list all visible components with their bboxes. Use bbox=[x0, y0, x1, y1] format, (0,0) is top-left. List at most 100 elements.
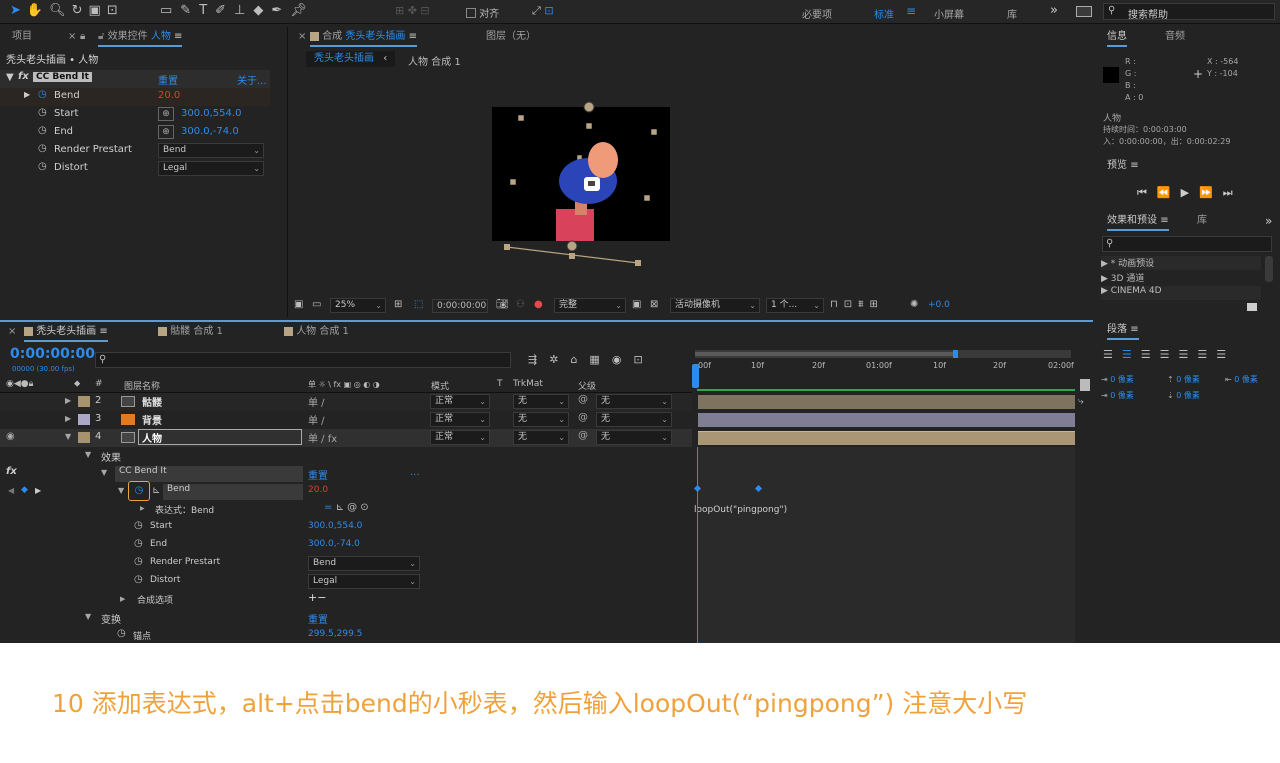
timeline-timecode[interactable]: 0:00:00:00 bbox=[10, 346, 95, 362]
prop-value-end[interactable]: 300.0,-74.0 bbox=[181, 126, 239, 137]
stopwatch-icon[interactable]: ◷ bbox=[134, 556, 143, 567]
render-prestart-dropdown[interactable]: Bend ⌄ bbox=[158, 143, 264, 158]
justify-right-icon[interactable]: ☰ bbox=[1197, 348, 1216, 361]
roto-brush-tool-icon[interactable]: ✒ bbox=[271, 3, 290, 18]
collapse-arrow-icon[interactable]: ▼ bbox=[101, 468, 107, 477]
frame-blending-icon[interactable]: ▦ bbox=[589, 353, 611, 366]
paragraph-title[interactable]: 段落 ≡ bbox=[1107, 320, 1139, 340]
expand-arrow-icon[interactable]: ▶ bbox=[120, 595, 125, 603]
puppet-tool-icon[interactable]: 📌︎ bbox=[290, 3, 315, 18]
align-right-icon[interactable]: ☰ bbox=[1141, 348, 1160, 361]
tree-effect-reset[interactable]: 重置 bbox=[308, 467, 328, 482]
tree-effect-more[interactable]: ... bbox=[410, 467, 420, 478]
tree-effect-name[interactable]: CC Bend It bbox=[115, 466, 303, 482]
snapshot-icon[interactable]: 📷︎ bbox=[496, 299, 509, 310]
effect-name[interactable]: CC Bend It bbox=[33, 72, 92, 82]
stopwatch-icon[interactable]: ◷ bbox=[38, 161, 47, 172]
workspace-essentials[interactable]: 必要项 bbox=[802, 6, 832, 21]
tree-distort-dropdown[interactable]: Legal ⌄ bbox=[308, 574, 420, 589]
comp-timecode[interactable]: 0:00:00:00 bbox=[432, 299, 488, 313]
rectangle-tool-icon[interactable]: ▭ bbox=[160, 3, 180, 18]
layer-trkmat-dropdown[interactable]: 无 ⌄ bbox=[513, 412, 569, 427]
expand-arrow-icon[interactable]: ▶ bbox=[65, 396, 71, 405]
layer-bar-selected[interactable] bbox=[698, 431, 1075, 445]
fx-icon[interactable]: fx bbox=[6, 466, 17, 477]
stopwatch-icon[interactable]: ◷ bbox=[128, 481, 150, 501]
work-area-end[interactable] bbox=[953, 350, 958, 358]
scrollbar[interactable] bbox=[1265, 256, 1273, 282]
align-left-icon[interactable]: ☰ bbox=[1103, 348, 1122, 361]
layer-row[interactable]: ▶ 3 背景 单 ∕ 正常 ⌄ 无 ⌄ @ 无 ⌄ bbox=[0, 411, 692, 429]
expand-arrow-icon[interactable]: ▶ bbox=[140, 505, 145, 512]
rotate-tool-icon[interactable]: ↻ bbox=[72, 3, 89, 18]
stopwatch-icon[interactable]: ◷ bbox=[134, 520, 143, 531]
new-folder-icon[interactable] bbox=[1247, 303, 1257, 311]
eraser-tool-icon[interactable]: ◆ bbox=[253, 3, 271, 18]
timeline-tab-skull[interactable]: 骷髅 合成 1 bbox=[158, 322, 223, 342]
pick-whip-icon[interactable]: @ bbox=[578, 412, 588, 423]
tab-layer[interactable]: 图层（无） bbox=[486, 27, 536, 47]
add-remove-mask-icon[interactable]: +− bbox=[308, 591, 326, 604]
effects-presets-title[interactable]: 效果和预设 ≡ bbox=[1107, 211, 1169, 231]
panel-menu-icon[interactable]: ≡ bbox=[1130, 160, 1138, 171]
collapse-arrow-icon[interactable]: ▼ bbox=[118, 486, 124, 495]
tab-info[interactable]: 信息 bbox=[1107, 27, 1127, 47]
fx-icon[interactable]: fx bbox=[18, 71, 29, 82]
comp-subtab-people[interactable]: 人物 合成 1 bbox=[408, 53, 461, 68]
space-before[interactable]: ⇡ 0 像素 bbox=[1167, 374, 1200, 385]
workspace-small-screen[interactable]: 小屏幕 bbox=[934, 6, 964, 21]
timeline-search-input[interactable]: ⚲ bbox=[95, 352, 511, 368]
justify-left-icon[interactable]: ☰ bbox=[1160, 348, 1179, 361]
layer-row-selected[interactable]: ◉ ▼ 4 人物 单 ∕ fx 正常 ⌄ 无 ⌄ @ 无 ⌄ bbox=[0, 429, 692, 447]
prop-value-start[interactable]: 300.0,554.0 bbox=[181, 108, 241, 119]
layer-bar[interactable] bbox=[698, 395, 1075, 409]
snap-checkbox[interactable] bbox=[466, 8, 476, 18]
camera-tool-icon[interactable]: ▣ bbox=[89, 3, 107, 18]
effects-search-input[interactable]: ⚲ bbox=[1102, 236, 1272, 252]
help-search-box[interactable]: ⚲ 搜索帮助 bbox=[1103, 3, 1275, 21]
exposure-value[interactable]: +0.0 bbox=[928, 300, 950, 310]
camera-dropdown[interactable]: 活动摄像机 ⌄ bbox=[670, 298, 760, 313]
fast-previews-icon[interactable]: ▣ bbox=[632, 299, 641, 310]
selection-tool-icon[interactable]: ➤ bbox=[10, 3, 27, 18]
layer-parent-dropdown[interactable]: 无 ⌄ bbox=[596, 394, 672, 409]
pick-whip-icon[interactable]: @ bbox=[578, 394, 588, 405]
preset-item-3d[interactable]: ▶ 3D 通道 bbox=[1101, 271, 1261, 285]
collapse-arrow-icon[interactable]: ▼ bbox=[85, 612, 91, 621]
snap-options-icon[interactable]: ⊡ bbox=[544, 4, 553, 17]
tree-bend-value[interactable]: 20.0 bbox=[308, 485, 328, 495]
layer-mode-dropdown[interactable]: 正常 ⌄ bbox=[430, 394, 490, 409]
effect-about-link[interactable]: 关于... bbox=[237, 72, 267, 87]
comp-subtab-active[interactable]: 秃头老头插画 ‹ bbox=[306, 51, 396, 67]
text-tool-icon[interactable]: T bbox=[199, 3, 215, 18]
justify-all-icon[interactable]: ☰ bbox=[1216, 348, 1235, 361]
close-icon[interactable]: × bbox=[68, 27, 76, 47]
panel-menu-icon[interactable]: ≡ bbox=[1160, 215, 1168, 226]
play-icon[interactable]: ▶ bbox=[1181, 186, 1199, 199]
lock-icon[interactable]: 🔒︎ bbox=[80, 27, 85, 47]
tab-libraries[interactable]: 库 bbox=[1197, 211, 1207, 231]
layer-switches[interactable]: 单 ∕ bbox=[308, 412, 325, 427]
tree-render-prestart-dropdown[interactable]: Bend ⌄ bbox=[308, 556, 420, 571]
preset-item-animation[interactable]: ▶ * 动画预设 bbox=[1101, 256, 1261, 270]
panel-menu-icon[interactable]: ≡ bbox=[409, 31, 417, 42]
layer-mode-dropdown[interactable]: 正常 ⌄ bbox=[430, 430, 490, 445]
transparency-grid-icon[interactable]: ⊠ bbox=[650, 299, 658, 310]
preview-title[interactable]: 预览 ≡ bbox=[1107, 156, 1139, 176]
timeline-tab-people[interactable]: 人物 合成 1 bbox=[284, 322, 349, 342]
always-preview-icon[interactable]: ▣ bbox=[294, 299, 303, 310]
distort-dropdown[interactable]: Legal ⌄ bbox=[158, 161, 264, 176]
stopwatch-icon[interactable]: ◷ bbox=[38, 125, 47, 136]
prev-keyframe-icon[interactable]: ◀ bbox=[8, 486, 14, 495]
graph-icon[interactable]: ⊾ bbox=[152, 485, 160, 496]
safe-zones-icon[interactable]: ⊞ bbox=[394, 299, 402, 310]
resolution-dropdown[interactable]: 完整 ⌄ bbox=[554, 298, 626, 313]
time-navigator[interactable] bbox=[695, 350, 1071, 358]
more-icon[interactable]: » bbox=[1265, 211, 1272, 231]
graph-icon[interactable]: ⊾ @ ⊙ bbox=[336, 502, 369, 513]
layer-switches[interactable]: 单 ∕ fx bbox=[308, 430, 337, 445]
align-center-icon[interactable]: ☰ bbox=[1122, 348, 1141, 361]
next-keyframe-icon[interactable]: ▶ bbox=[35, 486, 41, 495]
snap-icon[interactable]: ⤢ bbox=[532, 4, 541, 17]
tab-audio[interactable]: 音频 bbox=[1165, 27, 1185, 47]
